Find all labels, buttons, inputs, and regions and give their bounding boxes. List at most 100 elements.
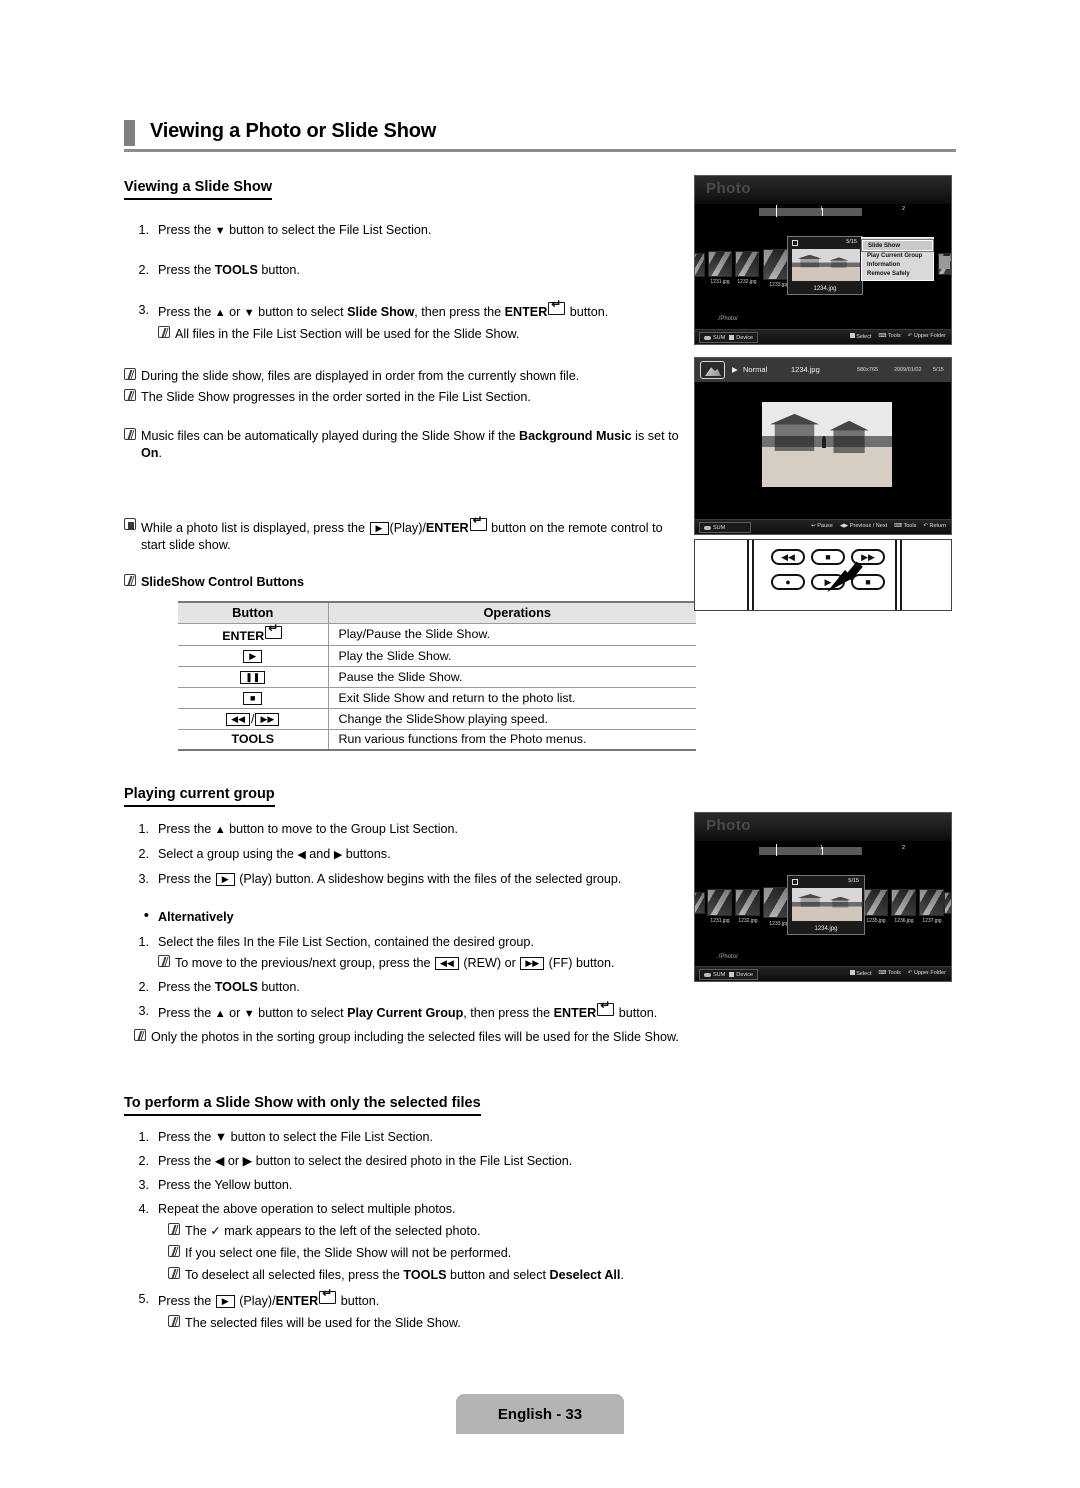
note-item: All files in the File List Section will …	[158, 326, 704, 343]
enter-key-icon	[597, 1000, 615, 1016]
usb-icon	[704, 525, 711, 530]
list-item: 1. Press the ▲ button to move to the Gro…	[124, 821, 704, 839]
action-select[interactable]: Select	[849, 970, 872, 977]
list-item: 2. Press the TOOLS button.	[124, 262, 704, 279]
table-row: TOOLS Run various functions from the Pho…	[178, 728, 696, 751]
cell-button: ◀◀ / ▶▶	[178, 707, 329, 730]
cell-button: ENTER	[178, 622, 329, 646]
step-text: Press the ▶ (Play) button. A slideshow b…	[158, 872, 622, 886]
eject-icon[interactable]	[939, 256, 950, 269]
group-tick	[776, 205, 777, 217]
remote-edge-line	[895, 540, 897, 610]
note-icon	[158, 326, 170, 338]
rewind-button[interactable]: ◀◀	[771, 549, 805, 565]
thumbnail[interactable]	[735, 889, 760, 916]
note-icon	[124, 428, 136, 440]
play-key-icon: ▶	[243, 649, 263, 663]
tools-menu[interactable]: Slide Show Play Current Group Informatio…	[861, 237, 934, 281]
enter-key-icon	[548, 299, 566, 315]
group-label: 2	[902, 206, 906, 212]
current-path: ./Photo/	[717, 316, 738, 322]
list-item: 3. Press the ▲ or ▼ button to select Sli…	[124, 299, 704, 322]
thumbnail[interactable]	[735, 251, 759, 277]
cell-operation: Change the SlideShow playing speed.	[328, 707, 696, 730]
action-tools[interactable]: ⌨ Tools	[879, 333, 901, 340]
file-count: 5/15	[848, 878, 859, 884]
usb-device-label: SUM	[704, 972, 725, 978]
step-number: 3.	[138, 872, 149, 886]
screenshot-photo-browser-group: Photo 1 2 1231.jpg 1232.jpg 1233.jpg 123…	[694, 812, 952, 982]
menu-item-play-current-group[interactable]: Play Current Group	[862, 251, 933, 260]
screen-title: Photo	[706, 817, 751, 834]
usb-device-label: SUM	[704, 335, 725, 341]
action-previous-next[interactable]: ◀▶ Previous / Next	[840, 523, 887, 529]
note-text: During the slide show, files are display…	[141, 369, 580, 383]
step-number: 2.	[138, 980, 149, 994]
device-indicator[interactable]: SUM Device	[699, 969, 759, 980]
slideshow-control-table: Button Operations ENTER Play/Pause the S…	[178, 601, 696, 751]
step-text: Press the ▲ or ▼ button to select Play C…	[158, 1000, 704, 1023]
device-indicator[interactable]: SUM Device	[699, 332, 759, 343]
thumbnail[interactable]	[695, 892, 705, 914]
record-button[interactable]: ●	[771, 574, 805, 590]
note-text: The ✓ mark appears to the left of the se…	[185, 1224, 481, 1238]
note-icon	[124, 389, 136, 401]
page-footer: English - 33	[456, 1394, 624, 1434]
note-item: During the slide show, files are display…	[124, 368, 704, 385]
pause-key-icon: ❚❚	[240, 670, 266, 684]
action-upper-folder[interactable]: ↶ Upper Folder	[908, 970, 946, 977]
note-text: The selected files will be used for the …	[185, 1316, 461, 1330]
checkbox-icon[interactable]	[792, 240, 798, 246]
thumbnail[interactable]	[944, 892, 951, 914]
menu-item-slide-show[interactable]: Slide Show	[861, 239, 934, 252]
step-number: 2.	[138, 847, 149, 861]
viewer-resolution: 580x765	[857, 367, 879, 373]
step-text: Press the ▼ button to select the File Li…	[158, 1130, 433, 1144]
photo-mode-icon	[700, 361, 725, 379]
alternatively-label: Alternatively	[158, 910, 234, 924]
square-icon	[849, 333, 855, 338]
thumbnail[interactable]	[891, 889, 916, 916]
cell-button: ❚❚	[178, 665, 329, 688]
thumbnail[interactable]	[919, 889, 944, 916]
enter-key-icon	[265, 623, 283, 639]
thumbnail[interactable]	[695, 253, 705, 277]
selected-file-card[interactable]: 5/15 1234.jpg	[787, 875, 865, 935]
note-icon	[158, 955, 170, 967]
remote-edge-line	[747, 540, 749, 610]
play-key-icon: ▶	[215, 873, 235, 886]
square-icon	[729, 972, 735, 977]
step-text: Press the TOOLS button.	[158, 980, 300, 994]
note-icon	[168, 1245, 180, 1257]
screen-title: Photo	[706, 180, 751, 197]
action-tools[interactable]: ⌨ Tools	[879, 970, 901, 977]
device-label: Device	[729, 972, 753, 978]
note-icon	[124, 574, 136, 586]
action-upper-folder[interactable]: ↶ Upper Folder	[908, 333, 946, 340]
device-indicator[interactable]: SUM	[699, 522, 751, 533]
list-item: 1. Press the ▼ button to select the File…	[124, 222, 704, 240]
menu-item-information[interactable]: Information	[862, 260, 933, 269]
action-return[interactable]: ↶ Return	[923, 523, 946, 529]
checkbox-icon[interactable]	[792, 879, 798, 885]
screen-bottom-bar: SUM ↩ Pause ◀▶ Previous / Next ⌨ Tools ↶…	[695, 519, 951, 534]
note-item: Only the photos in the sorting group inc…	[134, 1029, 704, 1046]
note-item: To deselect all selected files, press th…	[168, 1267, 804, 1284]
action-pause[interactable]: ↩ Pause	[811, 523, 833, 529]
screen-bottom-bar: SUM Device Select ⌨ Tools ↶ Upper Folder	[695, 329, 951, 344]
note-icon	[124, 368, 136, 380]
column-header-button: Button	[178, 601, 329, 624]
group-track	[759, 208, 862, 216]
list-item: 2. Press the ◀ or ▶ button to select the…	[124, 1153, 804, 1170]
thumbnail[interactable]	[707, 889, 732, 916]
note-item-hand: While a photo list is displayed, press t…	[124, 515, 704, 554]
thumbnail[interactable]	[708, 251, 732, 277]
selected-file-card[interactable]: 5/15 1234.jpg	[787, 236, 863, 295]
play-key-icon: ▶	[369, 522, 389, 535]
thumbnail[interactable]	[863, 889, 888, 916]
viewer-date: 2009/01/02	[894, 367, 922, 373]
menu-item-remove-safely[interactable]: Remove Safely	[862, 269, 933, 278]
note-text: To move to the previous/next group, pres…	[175, 956, 615, 970]
action-select[interactable]: Select	[849, 333, 872, 340]
action-tools[interactable]: ⌨ Tools	[894, 523, 916, 529]
